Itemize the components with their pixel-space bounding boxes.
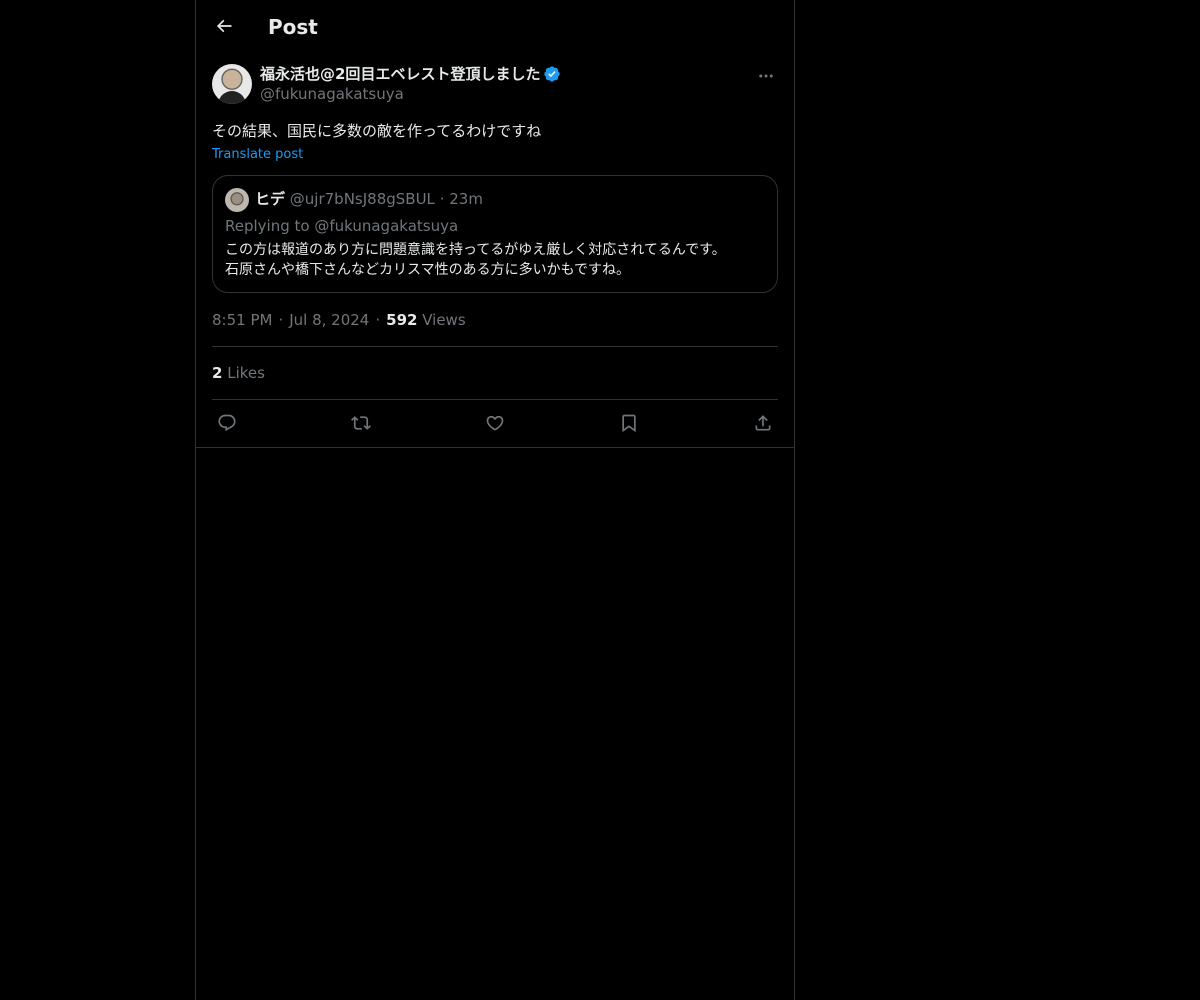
bookmark-button[interactable]	[614, 409, 644, 437]
post-time[interactable]: 8:51 PM	[212, 311, 272, 329]
quoted-author-handle: @ujr7bNsJ88gSBUL	[289, 190, 435, 208]
quoted-author-name: ヒデ	[255, 190, 286, 208]
quoted-replying-to: Replying to @fukunagakatsuya	[225, 217, 459, 235]
like-button[interactable]	[480, 409, 510, 437]
page-header: Post	[196, 0, 794, 53]
post-text: その結果、国民に多数の敵を作ってるわけですね	[212, 122, 542, 140]
reply-icon	[217, 413, 237, 433]
author-name-text: 福永活也@2回目エベレスト登頂しました	[260, 65, 541, 83]
page-title: Post	[268, 15, 318, 39]
arrow-left-icon	[214, 16, 234, 36]
quoted-text-line: 石原さんや橋下さんなどカリスマ性のある方に多いかもですね。	[225, 262, 631, 278]
more-dots-icon	[757, 67, 775, 85]
likes-count-link[interactable]: 2 Likes	[212, 363, 265, 383]
translate-post-link[interactable]: Translate post	[212, 146, 303, 164]
quoted-text-line: この方は報道のあり方に問題意識を持ってるがゆえ厳しく対応されてるんです。	[225, 242, 726, 258]
quoted-separator: ·	[439, 190, 445, 208]
share-button[interactable]	[748, 409, 778, 437]
post-date[interactable]: Jul 8, 2024	[289, 311, 369, 329]
likes-label: Likes	[227, 364, 265, 382]
bookmark-icon	[619, 413, 639, 433]
share-icon	[753, 413, 773, 433]
author-avatar[interactable]	[212, 64, 252, 104]
author-display-name[interactable]: 福永活也@2回目エベレスト登頂しました	[260, 64, 561, 84]
quoted-post[interactable]: ヒデ @ujr7bNsJ88gSBUL · 23m Replying to @f…	[212, 175, 778, 293]
reply-button[interactable]	[212, 409, 242, 437]
author-info: 福永活也@2回目エベレスト登頂しました @fukunagakatsuya	[260, 64, 561, 104]
views-count: 592	[386, 311, 418, 329]
author-handle[interactable]: @fukunagakatsuya	[260, 84, 561, 104]
back-button[interactable]	[208, 10, 240, 42]
divider	[212, 346, 778, 347]
divider	[212, 399, 778, 400]
quoted-post-text: この方は報道のあり方に問題意識を持ってるがゆえ厳しく対応されてるんです。 石原さ…	[225, 240, 770, 280]
post-metadata: 8:51 PM · Jul 8, 2024 · 592 Views	[212, 310, 466, 330]
quoted-author-avatar	[225, 188, 249, 212]
likes-count: 2	[212, 364, 223, 382]
verified-badge-icon	[543, 65, 561, 83]
post-bottom-border	[196, 447, 794, 448]
repost-icon	[351, 413, 371, 433]
quoted-post-header: ヒデ @ujr7bNsJ88gSBUL · 23m	[255, 189, 483, 209]
meta-separator: ·	[278, 311, 284, 329]
primary-column: Post 福永活也@2回目エベレスト登頂しました @fukunagakatsuy…	[195, 0, 795, 1000]
quoted-time: 23m	[449, 190, 483, 208]
more-options-button[interactable]	[754, 64, 778, 88]
repost-button[interactable]	[346, 409, 376, 437]
views-label: Views	[422, 311, 466, 329]
action-bar	[212, 409, 778, 437]
meta-separator: ·	[375, 311, 381, 329]
like-icon	[485, 413, 505, 433]
